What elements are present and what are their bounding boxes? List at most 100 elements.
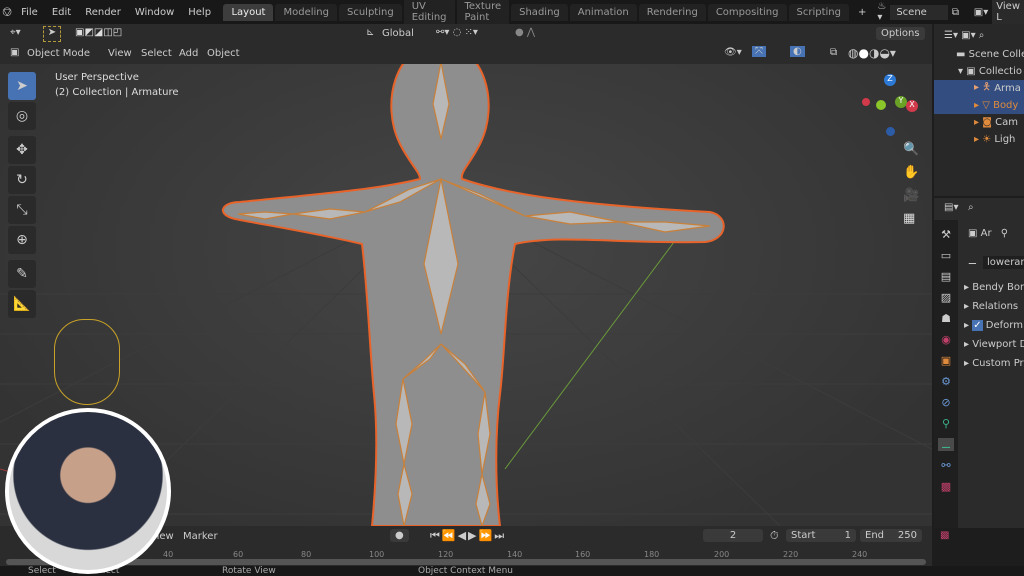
editor-type-icon[interactable]: ▤▾ ⌕ (944, 202, 974, 213)
rotate-tool[interactable]: ↻ (8, 166, 36, 194)
tab-modeling[interactable]: Modeling (275, 3, 337, 21)
panel-custom-properties[interactable]: ▸ Custom Pr (964, 358, 1024, 369)
menu-view[interactable]: View (108, 48, 132, 59)
pivot-icon[interactable]: ⚯▾ ◌ ⁙▾ (436, 27, 478, 38)
annotate-tool[interactable]: ✎ (8, 260, 36, 288)
menu-edit[interactable]: Edit (45, 7, 78, 18)
outliner-item-body[interactable]: ▸ ▽ Body (934, 97, 1024, 114)
tool-tab-icon[interactable]: ⚒ (941, 228, 951, 241)
texture-tab-icon[interactable]: ▩ (941, 480, 951, 493)
gizmo-z[interactable]: Z (884, 74, 896, 86)
scene-icon[interactable]: ♨▾ (877, 1, 886, 23)
pan-hand-icon[interactable]: ✋ (903, 165, 919, 180)
move-tool[interactable]: ✥ (8, 136, 36, 164)
constraint-tab-icon[interactable]: ⊘ (941, 396, 950, 409)
collection-row[interactable]: ▾ ▣ Collectio (934, 63, 1024, 80)
perspective-grid-icon[interactable]: ▦ (903, 211, 919, 226)
mode-dropdown[interactable]: Object Mode (27, 48, 90, 59)
bone-name-field[interactable]: lowerar (982, 256, 1024, 269)
tab-animation[interactable]: Animation (569, 3, 637, 21)
output-tab-icon[interactable]: ▤ (941, 270, 951, 283)
view-layer-tab-icon[interactable]: ▨ (941, 291, 951, 304)
menu-help[interactable]: Help (181, 7, 218, 18)
tab-uv-editing[interactable]: UV Editing (403, 0, 455, 26)
view-controls: 🔍 ✋ 🎥 ▦ (903, 142, 919, 226)
tab-texture-paint[interactable]: Texture Paint (456, 0, 510, 26)
texture-tab-icon[interactable]: ▩ (940, 530, 949, 541)
new-scene-icon[interactable]: ⧉ (952, 7, 964, 18)
scale-tool[interactable]: ⤡ (8, 196, 36, 224)
tab-layout[interactable]: Layout (223, 3, 274, 21)
menu-object[interactable]: Object (207, 48, 240, 59)
keyframe-record-button[interactable]: ● (390, 529, 409, 542)
armature-data-tab-icon[interactable]: ⚲ (942, 417, 950, 430)
tab-compositing[interactable]: Compositing (707, 3, 787, 21)
cursor-tool[interactable]: ◎ (8, 102, 36, 130)
expand-icon[interactable]: ▾ (958, 66, 966, 77)
bone-constraint-tab-icon[interactable]: ⚯ (941, 459, 950, 472)
modifier-tab-icon[interactable]: ⚙ (941, 375, 951, 388)
camera-view-icon[interactable]: 🎥 (903, 188, 919, 203)
stopwatch-icon[interactable]: ⏱ (770, 529, 779, 543)
end-frame-field[interactable]: End 250 (860, 529, 922, 542)
select-box-tool[interactable]: ➤ (8, 72, 36, 100)
tab-sculpting[interactable]: Sculpting (338, 3, 402, 21)
gizmo-neg-x[interactable] (862, 98, 870, 106)
panel-bendy-bones[interactable]: ▸ Bendy Bon (964, 282, 1024, 293)
tick-label: 120 (438, 550, 454, 559)
object-tab-icon[interactable]: ▣ (941, 354, 951, 367)
menu-render[interactable]: Render (78, 7, 128, 18)
outliner-item-light[interactable]: ▸ ☀ Ligh (934, 131, 1024, 148)
deform-checkbox[interactable]: ✓ (972, 320, 983, 331)
shading-mode-icons[interactable]: ◍●◑◒▾ (848, 46, 896, 60)
tab-scripting[interactable]: Scripting (788, 3, 849, 21)
gizmo-neg-z[interactable] (886, 127, 895, 136)
playback-controls[interactable]: ⏮⏪◀▶⏩⏭ (430, 529, 506, 543)
start-frame-field[interactable]: Start 1 (786, 529, 856, 542)
render-tab-icon[interactable]: ▭ (941, 249, 951, 262)
view-layer-icon[interactable]: ▣▾ (974, 7, 988, 18)
world-tab-icon[interactable]: ◉ (941, 333, 951, 346)
proportional-edit-icon[interactable]: ● ⋀ (515, 27, 535, 38)
scene-tab-icon[interactable]: ☗ (941, 312, 951, 325)
status-rotate-view: Rotate View (222, 566, 276, 576)
timeline-menu-marker[interactable]: Marker (183, 531, 218, 542)
select-tool-icon[interactable]: ➤ (43, 26, 61, 42)
outliner-item-camera[interactable]: ▸ ◙ Cam (934, 114, 1024, 131)
options-dropdown[interactable]: Options (876, 27, 925, 40)
gizmo-toggle-icon[interactable]: ⤧ (752, 46, 766, 57)
editor-type-icon[interactable]: ⌖▾ (10, 27, 21, 38)
selection-mode-icons[interactable]: ▣◩◪◫◰ (75, 27, 122, 38)
view-layer-field[interactable]: View L (992, 0, 1024, 25)
navigation-gizmo[interactable]: Z Y X (860, 72, 920, 142)
gizmo-neg-y[interactable] (876, 100, 886, 110)
transform-orientation-dropdown[interactable]: Global (382, 28, 414, 39)
add-workspace-button[interactable]: + (851, 7, 873, 18)
outliner-display-icon[interactable]: ☰▾ ▣▾ ⌕ (944, 30, 984, 41)
bone-tab-icon[interactable]: ⚊ (938, 438, 954, 451)
visibility-icon[interactable]: 👁▾ (724, 47, 742, 58)
panel-viewport-display[interactable]: ▸ Viewport D (964, 339, 1024, 350)
xray-icon[interactable]: ⧉ (830, 47, 837, 58)
orientation-icon: ⊾ (366, 27, 375, 38)
scene-field[interactable]: Scene (890, 4, 948, 20)
measure-tool[interactable]: 📐 (8, 290, 36, 318)
tab-rendering[interactable]: Rendering (638, 3, 706, 21)
menu-file[interactable]: File (14, 7, 45, 18)
panel-deform[interactable]: ▸ ✓ Deform (964, 320, 1024, 331)
tab-shading[interactable]: Shading (511, 3, 568, 21)
transform-tool[interactable]: ⊕ (8, 226, 36, 254)
zoom-icon[interactable]: 🔍 (903, 142, 919, 157)
gizmo-x[interactable]: X (906, 100, 918, 112)
scene-collection-row[interactable]: ▬ Scene Collec (934, 46, 1024, 63)
menu-window[interactable]: Window (128, 7, 181, 18)
outliner-item-armature[interactable]: ▸ 🯅 Arma (934, 80, 1024, 97)
menu-add[interactable]: Add (179, 48, 198, 59)
current-frame-field[interactable]: 2 (703, 529, 763, 542)
panel-relations[interactable]: ▸ Relations (964, 301, 1024, 312)
menu-select[interactable]: Select (141, 48, 172, 59)
timeline-scrollbar[interactable] (6, 559, 926, 565)
overlay-toggle-icon[interactable]: ◐ (790, 46, 805, 57)
blender-logo-icon[interactable]: ⎊ (0, 5, 14, 20)
scene-collection-label: Scene Collec (968, 49, 1024, 60)
